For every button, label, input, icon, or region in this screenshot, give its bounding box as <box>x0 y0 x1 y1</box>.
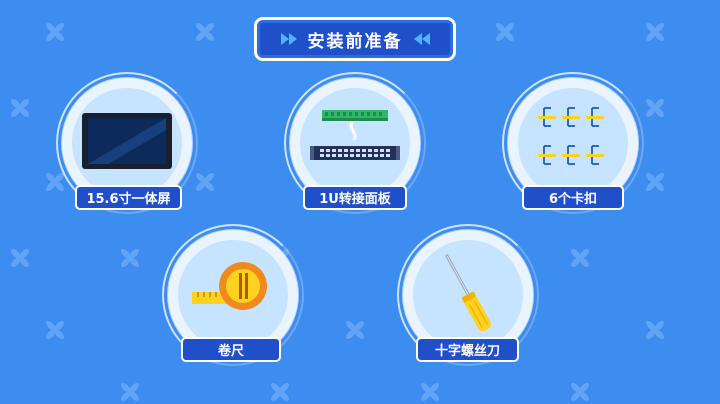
item-label: 1U转接面板 <box>303 185 407 210</box>
title-banner: 安装前准备 <box>254 17 456 61</box>
double-arrow-right-icon <box>280 32 298 46</box>
double-arrow-left-icon <box>413 32 431 46</box>
item-label: 十字螺丝刀 <box>416 337 519 362</box>
page-title: 安装前准备 <box>307 31 403 52</box>
item-label: 卷尺 <box>181 337 281 362</box>
item-label: 15.6寸一体屏 <box>75 185 182 210</box>
item-label: 6个卡扣 <box>522 185 624 210</box>
